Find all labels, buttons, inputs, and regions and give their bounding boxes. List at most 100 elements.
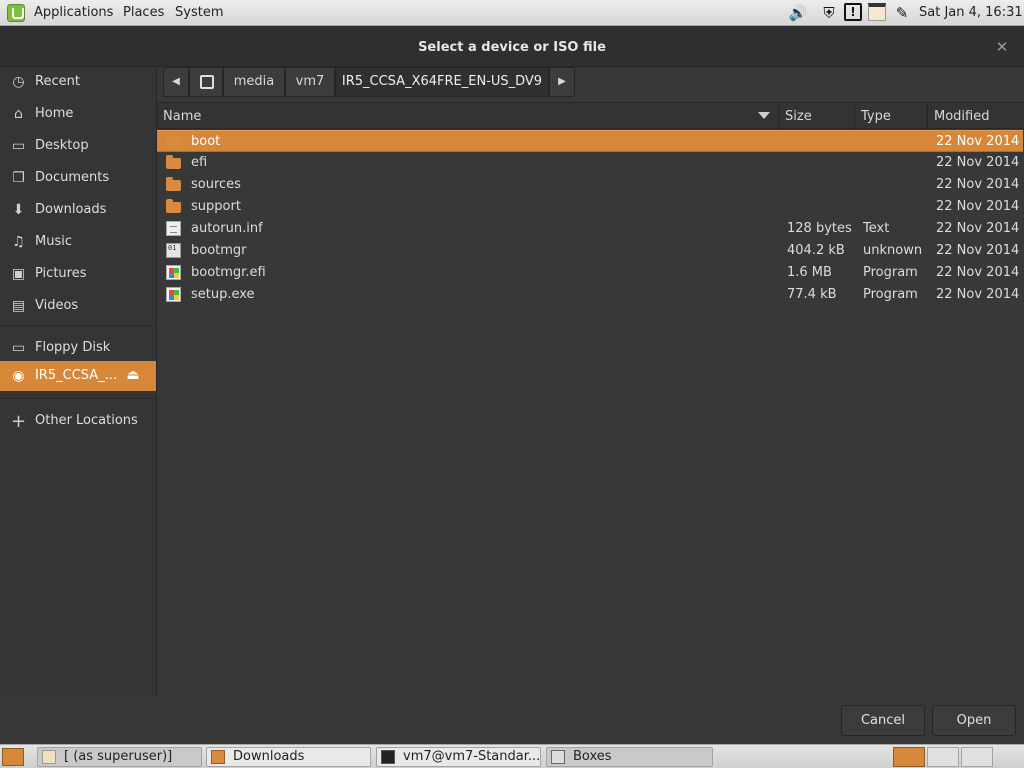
file-type: Program (863, 287, 918, 302)
task-downloads[interactable]: Downloads (206, 747, 371, 767)
task-label: Boxes (573, 749, 612, 764)
calendar-icon[interactable] (868, 3, 886, 21)
path-crumb-iso[interactable]: IR5_CCSA_X64FRE_EN-US_DV9 (335, 67, 549, 97)
sidebar-item-label: Other Locations (35, 413, 138, 428)
file-row[interactable]: sources 22 Nov 2014 (157, 174, 1023, 196)
sidebar-item-documents[interactable]: ❐ Documents (0, 164, 156, 192)
file-name: boot (191, 134, 221, 149)
file-size: 128 bytes (787, 221, 852, 236)
file-modified: 22 Nov 2014 (936, 199, 1020, 214)
column-separator (927, 103, 928, 130)
menu-system[interactable]: System (175, 5, 223, 20)
sidebar-item-iso-disc[interactable]: ◉ IR5_CCSA_... ⏏ (0, 361, 156, 391)
workspace-1[interactable] (893, 747, 925, 767)
file-size: 404.2 kB (787, 243, 845, 258)
sidebar-item-label: Pictures (35, 266, 87, 281)
sidebar-item-music[interactable]: ♫ Music (0, 228, 156, 256)
dialog-titlebar: Select a device or ISO file ✕ (0, 27, 1024, 67)
sidebar-item-desktop[interactable]: ▭ Desktop (0, 132, 156, 160)
clock-icon: ◷ (12, 74, 25, 90)
file-name: support (191, 199, 241, 214)
open-button[interactable]: Open (932, 705, 1016, 736)
file-name: sources (191, 177, 241, 192)
top-panel: Applications Places System 🔊 ⛨ ! ✎ Sat J… (0, 0, 1024, 26)
column-header-modified[interactable]: Modified (934, 109, 989, 124)
menu-applications[interactable]: Applications (34, 5, 113, 20)
path-forward-button[interactable]: ▶ (549, 67, 575, 97)
path-crumb-vm7[interactable]: vm7 (285, 67, 335, 97)
sidebar-item-label: Home (35, 106, 74, 121)
file-list: Name Size Type Modified boot 22 Nov 2014 e… (157, 102, 1024, 697)
music-icon: ♫ (12, 234, 25, 250)
program-icon (166, 265, 181, 280)
text-file-icon (166, 221, 181, 236)
pictures-icon: ▣ (11, 266, 26, 282)
sidebar-item-label: Floppy Disk (35, 340, 111, 355)
path-crumb-media[interactable]: media (223, 67, 285, 97)
sidebar-item-videos[interactable]: ▤ Videos (0, 292, 156, 320)
terminal-icon (381, 750, 395, 764)
task-superuser[interactable]: [ (as superuser)] (37, 747, 202, 767)
file-type: unknown (863, 243, 923, 258)
sidebar-item-floppy-disk[interactable]: ▭ Floppy Disk (0, 334, 156, 362)
file-modified: 22 Nov 2014 (936, 243, 1020, 258)
list-header: Name Size Type Modified (157, 102, 1024, 130)
file-name: autorun.inf (191, 221, 263, 236)
file-row[interactable]: autorun.inf 128 bytes Text 22 Nov 2014 (157, 218, 1023, 240)
desktop-icon: ▭ (11, 138, 26, 154)
task-boxes[interactable]: Boxes (546, 747, 713, 767)
sidebar-item-home[interactable]: ⌂ Home (0, 100, 156, 128)
network-icon[interactable]: ✎ (892, 3, 912, 23)
task-terminal[interactable]: vm7@vm7-Standar... (376, 747, 541, 767)
volume-icon[interactable]: 🔊 (788, 3, 808, 23)
folder-icon (166, 177, 181, 191)
sidebar-item-recent[interactable]: ◷ Recent (0, 68, 156, 96)
eject-icon[interactable]: ⏏ (124, 366, 142, 384)
shield-icon[interactable]: ⛨ (819, 3, 839, 23)
show-desktop-icon[interactable] (2, 748, 24, 766)
sidebar-item-label: Documents (35, 170, 110, 185)
program-icon (166, 287, 181, 302)
file-type: Program (863, 265, 918, 280)
mint-logo-icon[interactable] (7, 4, 25, 22)
file-row[interactable]: support 22 Nov 2014 (157, 196, 1023, 218)
floppy-icon: ▭ (11, 340, 26, 356)
column-header-size[interactable]: Size (785, 109, 812, 124)
file-modified: 22 Nov 2014 (936, 287, 1020, 302)
cancel-button[interactable]: Cancel (841, 705, 925, 736)
path-root-button[interactable] (189, 67, 223, 97)
file-name: efi (191, 155, 208, 170)
column-separator (854, 103, 855, 130)
workspace-2[interactable] (927, 747, 959, 767)
clipboard-icon[interactable]: ! (844, 3, 862, 21)
file-row[interactable]: boot 22 Nov 2014 (157, 130, 1023, 152)
file-name: bootmgr.efi (191, 265, 266, 280)
folder-icon (211, 750, 225, 764)
sort-descending-icon[interactable] (758, 112, 770, 119)
folder-icon (166, 155, 181, 169)
column-header-name[interactable]: Name (163, 109, 201, 124)
task-label: [ (as superuser)] (64, 749, 173, 764)
sidebar-item-other-locations[interactable]: + Other Locations (0, 407, 156, 435)
column-header-type[interactable]: Type (861, 109, 891, 124)
boxes-icon (551, 750, 565, 764)
menu-places[interactable]: Places (123, 5, 164, 20)
file-row[interactable]: bootmgr.efi 1.6 MB Program 22 Nov 2014 (157, 262, 1023, 284)
sidebar-item-pictures[interactable]: ▣ Pictures (0, 260, 156, 288)
file-modified: 22 Nov 2014 (936, 265, 1020, 280)
path-back-button[interactable]: ◀ (163, 67, 189, 97)
sidebar-item-label: Music (35, 234, 72, 249)
file-row[interactable]: efi 22 Nov 2014 (157, 152, 1023, 174)
sidebar-separator (0, 398, 156, 399)
workspace-3[interactable] (961, 747, 993, 767)
file-size: 77.4 kB (787, 287, 837, 302)
sidebar-separator (0, 325, 156, 326)
sidebar-item-label: IR5_CCSA_... (35, 368, 118, 383)
close-icon[interactable]: ✕ (994, 39, 1010, 55)
file-row[interactable]: setup.exe 77.4 kB Program 22 Nov 2014 (157, 284, 1023, 306)
clock[interactable]: Sat Jan 4, 16:31 (919, 5, 1023, 20)
dialog-title: Select a device or ISO file (418, 40, 606, 55)
sidebar-item-downloads[interactable]: ⬇ Downloads (0, 196, 156, 224)
binary-file-icon (166, 243, 181, 258)
file-row[interactable]: bootmgr 404.2 kB unknown 22 Nov 2014 (157, 240, 1023, 262)
